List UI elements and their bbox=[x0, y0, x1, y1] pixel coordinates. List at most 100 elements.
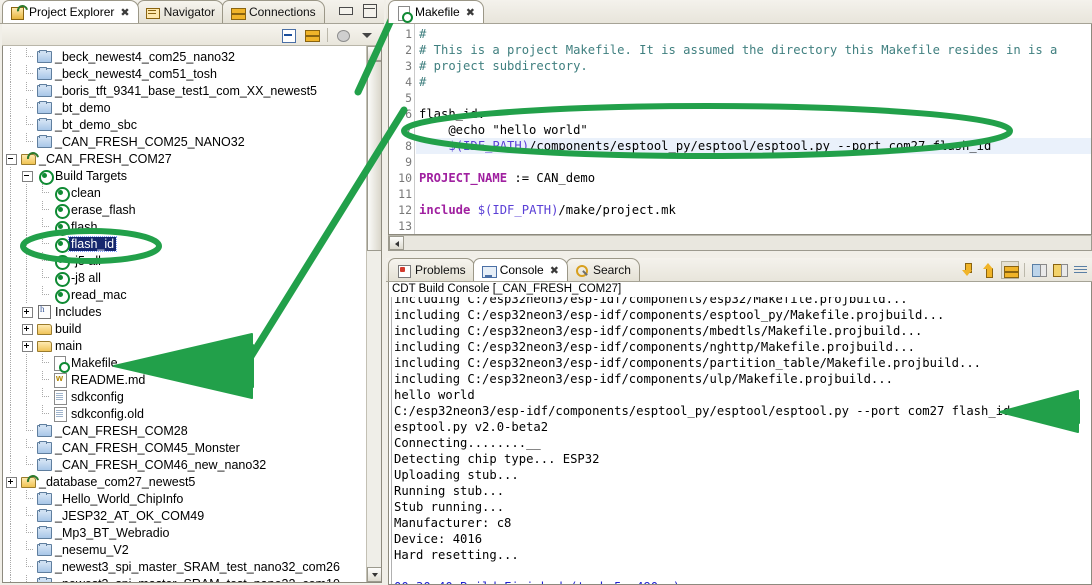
tree-indent-guide bbox=[3, 575, 19, 582]
collapse-icon[interactable] bbox=[3, 150, 19, 167]
tab-project-explorer[interactable]: Project Explorer ✖ bbox=[2, 0, 139, 23]
tab-navigator[interactable]: Navigator bbox=[136, 0, 224, 23]
tree-item-includes[interactable]: Includes bbox=[3, 303, 366, 320]
view-menu-icon[interactable] bbox=[1072, 261, 1090, 279]
scroll-down-arrow-icon[interactable] bbox=[367, 567, 381, 582]
scroll-left-arrow-icon[interactable] bbox=[389, 236, 404, 250]
tree-item--j8-all[interactable]: -j8 all bbox=[3, 269, 366, 287]
project-explorer-icon bbox=[9, 4, 25, 20]
pin-console-icon[interactable] bbox=[1051, 261, 1069, 279]
tab-problems[interactable]: Problems bbox=[388, 258, 475, 281]
tree-item-flash-id[interactable]: flash_id bbox=[3, 235, 366, 253]
tree-item-clean[interactable]: clean bbox=[3, 184, 366, 202]
tree-item--bt-demo-sbc[interactable]: _bt_demo_sbc bbox=[3, 116, 366, 133]
tree-elbow bbox=[19, 541, 35, 558]
scroll-lock-icon[interactable] bbox=[1001, 261, 1019, 279]
tree-item--j5-all[interactable]: -j5 all bbox=[3, 252, 366, 270]
expand-icon[interactable] bbox=[19, 337, 35, 354]
scrollbar-thumb[interactable] bbox=[367, 61, 381, 251]
view-filter-icon[interactable] bbox=[334, 26, 352, 44]
tree-item--newest3-spi-master-sram-test-nano32-com10[interactable]: _newest3_spi_master_SRAM_test_nano32_com… bbox=[3, 575, 366, 582]
scroll-up-arrow-icon[interactable] bbox=[367, 46, 381, 61]
tab-connections[interactable]: Connections bbox=[221, 0, 325, 23]
project-tree[interactable]: _beck_newest4_com25_nano32 _beck_newest4_… bbox=[3, 46, 366, 582]
chevron-down-icon[interactable] bbox=[358, 26, 376, 44]
collapse-icon[interactable] bbox=[19, 167, 35, 184]
tree-item--beck-newest4-com25-nano32[interactable]: _beck_newest4_com25_nano32 bbox=[3, 48, 366, 65]
console-body[interactable]: including C:/esp32neon3/esp-idf/componen… bbox=[388, 297, 1092, 585]
tree-item--can-fresh-com27[interactable]: _CAN_FRESH_COM27 bbox=[3, 150, 366, 167]
tab-search[interactable]: Search bbox=[565, 258, 640, 281]
console-line: Detecting chip type... ESP32 bbox=[394, 452, 600, 466]
open-folder-icon bbox=[35, 320, 53, 337]
tree-item--can-fresh-com45-monster[interactable]: _CAN_FRESH_COM45_Monster bbox=[3, 439, 366, 456]
tree-item-build-targets[interactable]: Build Targets bbox=[3, 167, 366, 185]
close-icon[interactable]: ✖ bbox=[120, 6, 129, 19]
tree-item--beck-newest4-com51-tosh[interactable]: _beck_newest4_com51_tosh bbox=[3, 65, 366, 82]
tab-console[interactable]: Console ✖ bbox=[472, 258, 568, 281]
minimize-button[interactable] bbox=[338, 3, 353, 17]
tree-item--newest3-spi-master-sram-test-nano32-com26[interactable]: _newest3_spi_master_SRAM_test_nano32_com… bbox=[3, 558, 366, 575]
tree-item-sdkconfig[interactable]: sdkconfig bbox=[3, 388, 366, 405]
code-token: := CAN_demo bbox=[507, 171, 596, 185]
console-line: 00:30:40 Build Finished (took 5s.490ms) bbox=[394, 579, 1091, 584]
tree-item-label: _newest3_spi_master_SRAM_test_nano32_com… bbox=[55, 559, 340, 574]
tree-item--bt-demo[interactable]: _bt_demo bbox=[3, 99, 366, 116]
link-editor-icon[interactable] bbox=[303, 26, 321, 44]
tree-item--can-fresh-com46-new-nano32[interactable]: _CAN_FRESH_COM46_new_nano32 bbox=[3, 456, 366, 473]
tab-makefile[interactable]: Makefile ✖ bbox=[388, 0, 484, 23]
tree-item-makefile[interactable]: Makefile bbox=[3, 354, 366, 373]
maximize-button[interactable] bbox=[362, 3, 377, 18]
console-line: Hard resetting... bbox=[394, 548, 519, 562]
expand-icon[interactable] bbox=[19, 320, 35, 337]
console-tabstrip: Problems Console ✖ Search bbox=[386, 258, 1092, 282]
tree-item--hello-world-chipinfo[interactable]: _Hello_World_ChipInfo bbox=[3, 490, 366, 507]
collapse-all-icon[interactable] bbox=[279, 26, 297, 44]
tree-item-flash[interactable]: flash bbox=[3, 218, 366, 236]
tree-item-erase-flash[interactable]: erase_flash bbox=[3, 201, 366, 219]
tree-item--nesemu-v2[interactable]: _nesemu_V2 bbox=[3, 541, 366, 558]
word-doc-icon bbox=[51, 371, 69, 388]
tree-indent-guide bbox=[3, 303, 19, 320]
tree-item--can-fresh-com25-nano32[interactable]: _CAN_FRESH_COM25_NANO32 bbox=[3, 133, 366, 150]
code-line: flash_id: bbox=[419, 106, 485, 122]
tree-indent-guide bbox=[19, 354, 35, 371]
tree-item--jesp32-at-ok-com49[interactable]: _JESP32_AT_OK_COM49 bbox=[3, 507, 366, 524]
tree-item--boris-tft-9341-base-test1-com-xx-newest5[interactable]: _boris_tft_9341_base_test1_com_XX_newest… bbox=[3, 82, 366, 99]
arrow-down-icon[interactable] bbox=[959, 261, 977, 279]
tree-item--mp3-bt-webradio[interactable]: _Mp3_BT_Webradio bbox=[3, 524, 366, 541]
expand-icon[interactable] bbox=[3, 473, 19, 490]
tree-elbow bbox=[35, 371, 51, 388]
tree-item-readme-md[interactable]: README.md bbox=[3, 371, 366, 388]
tree-item--database-com27-newest5[interactable]: _database_com27_newest5 bbox=[3, 473, 366, 490]
includes-icon bbox=[35, 303, 53, 320]
tree-item-build[interactable]: build bbox=[3, 320, 366, 337]
code-token: include bbox=[419, 203, 478, 217]
arrow-up-icon[interactable] bbox=[980, 261, 998, 279]
tree-item-main[interactable]: main bbox=[3, 337, 366, 354]
tree-elbow bbox=[35, 201, 51, 218]
line-number: 9 bbox=[405, 155, 412, 169]
folder-icon bbox=[35, 116, 53, 133]
text-doc-icon bbox=[51, 388, 69, 405]
code-line: # bbox=[419, 74, 426, 90]
build-target-icon bbox=[51, 184, 70, 202]
tree-item--can-fresh-com28[interactable]: _CAN_FRESH_COM28 bbox=[3, 422, 366, 439]
tree-item-read-mac[interactable]: read_mac bbox=[3, 286, 366, 304]
editor-code[interactable]: # # This is a project Makefile. It is ass… bbox=[416, 24, 1091, 234]
tree-item-sdkconfig-old[interactable]: sdkconfig.old bbox=[3, 405, 366, 422]
close-icon[interactable]: ✖ bbox=[550, 264, 559, 277]
editor-horizontal-scrollbar[interactable] bbox=[388, 235, 1092, 251]
tree-vertical-scrollbar[interactable] bbox=[366, 46, 381, 582]
code-token: PROJECT_NAME bbox=[419, 171, 508, 185]
tree-indent-guide bbox=[3, 218, 19, 235]
expand-icon[interactable] bbox=[19, 303, 35, 320]
close-icon[interactable]: ✖ bbox=[466, 6, 475, 19]
tree-indent-guide bbox=[3, 65, 19, 82]
build-target-icon bbox=[51, 269, 70, 287]
display-console-icon[interactable] bbox=[1030, 261, 1048, 279]
folder-icon bbox=[35, 48, 53, 65]
line-number: 10 bbox=[398, 171, 412, 185]
editor-body[interactable]: 1234567891011121314 ## This is a project… bbox=[388, 24, 1092, 235]
tree-indent-guide bbox=[19, 269, 35, 286]
